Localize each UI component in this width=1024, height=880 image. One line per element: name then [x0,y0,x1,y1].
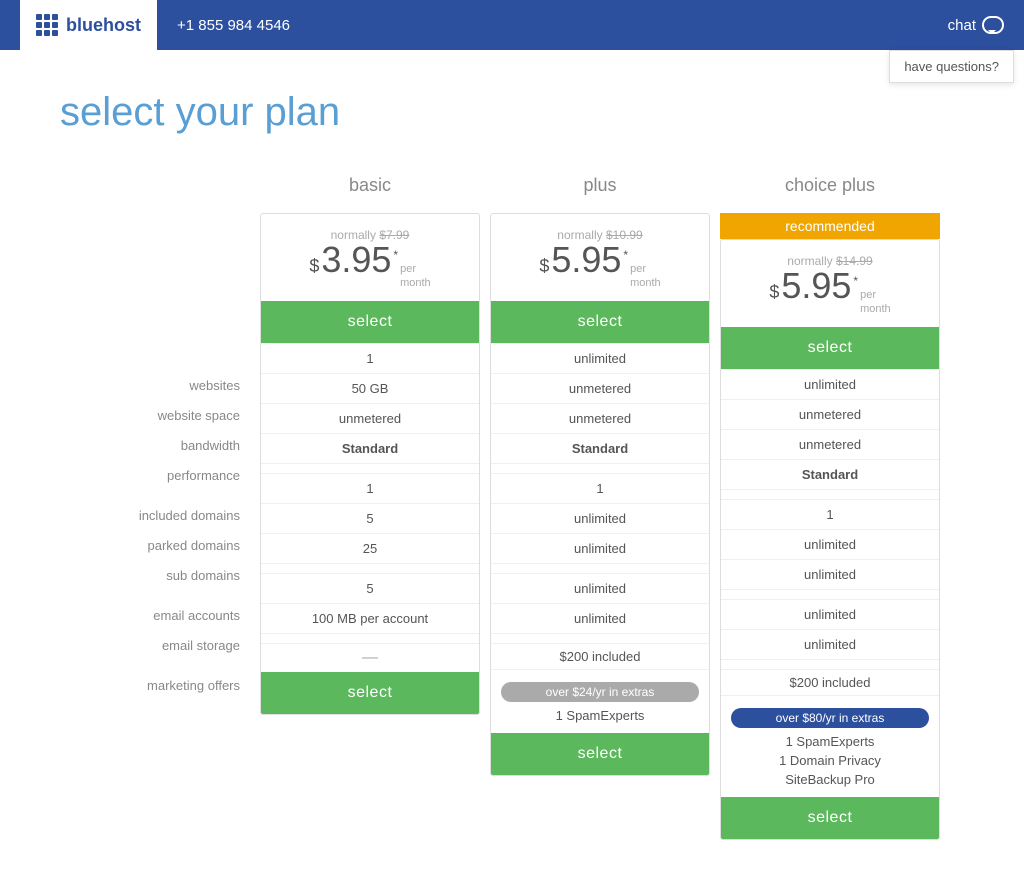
plan-plus-extras-badge: over $24/yr in extras [501,682,699,702]
plan-plus-dollar: $ [539,256,549,277]
plan-choice-plus-per: permonth [860,288,891,317]
plan-choice-plus-extras-item-0: 1 SpamExperts [731,732,929,751]
plan-plus-bandwidth: unmetered [491,403,709,433]
logo-container[interactable]: bluehost [20,0,157,50]
plan-basic-data: 1 50 GB unmetered Standard 1 5 25 5 100 … [261,343,479,672]
plan-choice-plus-extras-item-1: 1 Domain Privacy [731,751,929,770]
label-email-storage: email storage [60,630,260,660]
main-content: select your plan websites website space … [0,50,1024,880]
logo-text: bluehost [66,15,141,36]
plan-choice-plus-marketing: $200 included [721,669,939,695]
plan-choice-plus-price-section: normally $14.99 $ 5.95 * permonth [721,240,939,327]
plan-basic-included-domains: 1 [261,473,479,503]
plan-choice-plus-select-top[interactable]: select [721,327,939,369]
plans-area: basic normally $7.99 $ 3.95 * permonth [260,175,940,840]
label-included-domains: included domains [60,500,260,530]
plan-choice-plus-dollar: $ [769,282,779,303]
pricing-wrapper: websites website space bandwidth perform… [60,175,964,840]
plan-choice-plus-amount: 5.95 [781,268,851,304]
plan-basic-space: 50 GB [261,373,479,403]
plan-choice-plus-bandwidth: unmetered [721,429,939,459]
plan-basic-email-storage: 100 MB per account [261,603,479,633]
plan-choice-plus-space: unmetered [721,399,939,429]
plan-plus-parked-domains: unlimited [491,503,709,533]
label-parked-domains: parked domains [60,530,260,560]
plan-basic-card: normally $7.99 $ 3.95 * permonth select … [260,213,480,715]
plan-basic-per: permonth [400,262,431,291]
page-title: select your plan [60,90,964,135]
recommended-label: recommended [720,213,940,239]
phone-number[interactable]: +1 855 984 4546 [177,17,290,34]
label-marketing-offers: marketing offers [60,670,260,700]
plan-plus-price-row: $ 5.95 * permonth [501,242,699,291]
plan-choice-plus-extras: over $80/yr in extras 1 SpamExperts 1 Do… [721,695,939,797]
plan-basic-performance: Standard [261,433,479,463]
plan-plus-asterisk: * [623,248,628,262]
plan-choice-plus: choice plus recommended normally $14.99 … [720,175,940,840]
label-website-space: website space [60,400,260,430]
plan-basic-price-section: normally $7.99 $ 3.95 * permonth [261,214,479,301]
plan-plus-included-domains: 1 [491,473,709,503]
plan-plus-select-top[interactable]: select [491,301,709,343]
plan-plus-marketing: $200 included [491,643,709,669]
plan-plus-amount: 5.95 [551,242,621,278]
plan-choice-plus-card: normally $14.99 $ 5.95 * permonth select… [720,239,940,840]
plan-plus-per: permonth [630,262,661,291]
plan-basic-asterisk: * [393,248,398,262]
plan-basic-dollar: $ [309,256,319,277]
label-websites: websites [60,370,260,400]
plan-plus-data: unlimited unmetered unmetered Standard 1… [491,343,709,669]
plan-plus-websites: unlimited [491,343,709,373]
plan-choice-plus-extras-badge: over $80/yr in extras [731,708,929,728]
label-performance: performance [60,460,260,490]
plan-plus-email-storage: unlimited [491,603,709,633]
labels-column: websites website space bandwidth perform… [60,175,260,700]
plan-plus-extras: over $24/yr in extras 1 SpamExperts [491,669,709,733]
plan-choice-plus-data: unlimited unmetered unmetered Standard 1… [721,369,939,695]
plan-plus-space: unmetered [491,373,709,403]
plan-plus: plus normally $10.99 $ 5.95 * permonth [490,175,710,776]
plan-choice-plus-email-storage: unlimited [721,629,939,659]
plan-plus-email-accounts: unlimited [491,573,709,603]
plan-choice-plus-asterisk: * [853,274,858,288]
label-sub-domains: sub domains [60,560,260,590]
plan-basic-price-row: $ 3.95 * permonth [271,242,469,291]
plan-plus-extras-item-0: 1 SpamExperts [501,706,699,725]
have-questions-tooltip: have questions? [889,50,1014,83]
plan-choice-plus-email-accounts: unlimited [721,599,939,629]
plan-plus-price-section: normally $10.99 $ 5.95 * permonth [491,214,709,301]
plan-basic: basic normally $7.99 $ 3.95 * permonth [260,175,480,715]
plan-choice-plus-sub-domains: unlimited [721,559,939,589]
chat-label: chat [948,17,976,34]
plan-choice-plus-included-domains: 1 [721,499,939,529]
plan-basic-amount: 3.95 [321,242,391,278]
chat-bubble-icon [982,16,1004,34]
plan-basic-name: basic [260,175,480,205]
label-bandwidth: bandwidth [60,430,260,460]
plan-plus-name: plus [490,175,710,205]
logo-grid-icon [36,14,58,36]
plan-choice-plus-extras-item-2: SiteBackup Pro [731,770,929,789]
header: bluehost +1 855 984 4546 chat have quest… [0,0,1024,50]
plan-basic-bandwidth: unmetered [261,403,479,433]
chat-button[interactable]: chat [948,16,1004,34]
plan-plus-sub-domains: unlimited [491,533,709,563]
plan-basic-select-top[interactable]: select [261,301,479,343]
plan-basic-parked-domains: 5 [261,503,479,533]
plan-choice-plus-performance: Standard [721,459,939,489]
plan-choice-plus-price-row: $ 5.95 * permonth [731,268,929,317]
plan-choice-plus-websites: unlimited [721,369,939,399]
plan-choice-plus-name: choice plus [720,175,940,205]
plan-plus-performance: Standard [491,433,709,463]
label-email-accounts: email accounts [60,600,260,630]
plan-basic-websites: 1 [261,343,479,373]
plan-basic-email-accounts: 5 [261,573,479,603]
plan-plus-card: normally $10.99 $ 5.95 * permonth select… [490,213,710,776]
plan-basic-select-bottom[interactable]: select [261,672,479,714]
plan-basic-sub-domains: 25 [261,533,479,563]
plan-choice-plus-select-bottom[interactable]: select [721,797,939,839]
plan-basic-marketing: — [261,643,479,672]
plan-plus-select-bottom[interactable]: select [491,733,709,775]
plan-choice-plus-parked-domains: unlimited [721,529,939,559]
